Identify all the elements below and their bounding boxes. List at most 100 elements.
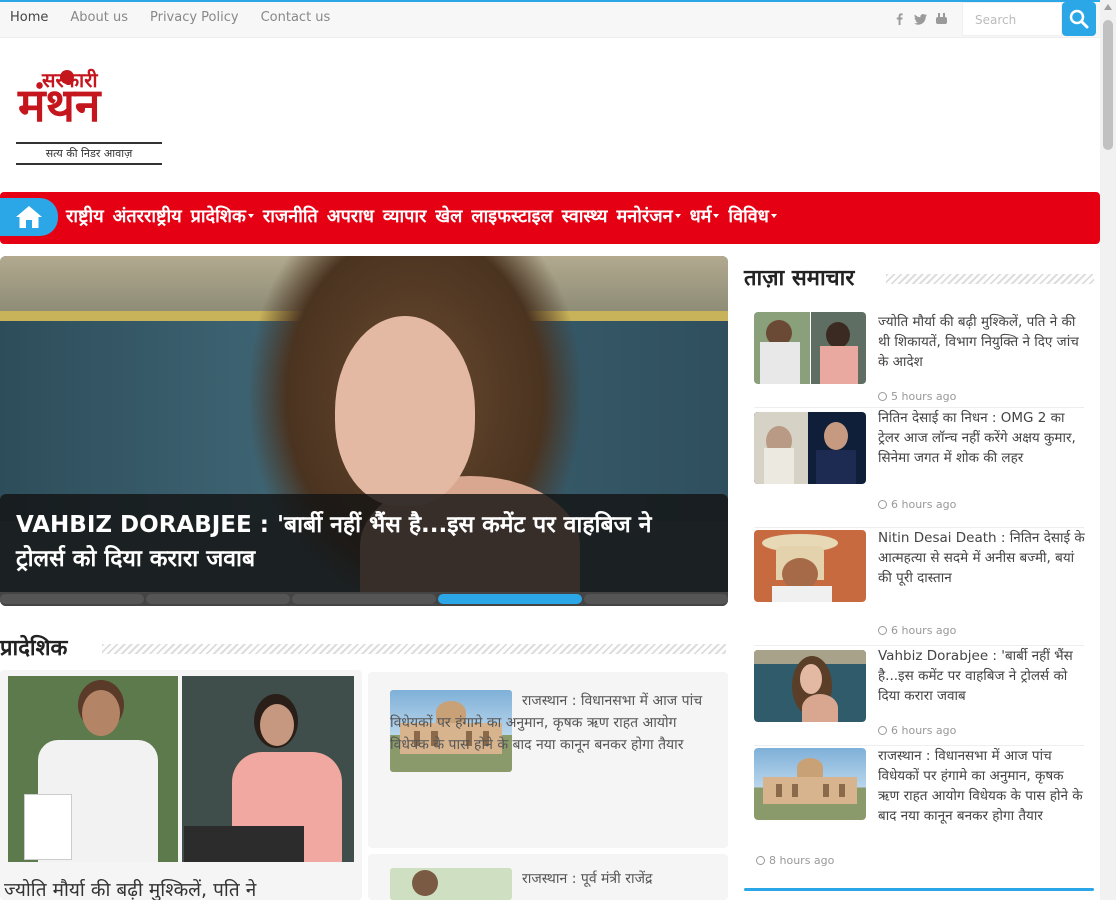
- nav-item[interactable]: अंतरराष्ट्रीय: [113, 204, 191, 228]
- news-title[interactable]: Vahbiz Dorabjee : 'बार्बी नहीं भैंस है..…: [878, 646, 1086, 706]
- top-nav: Home About us Privacy Policy Contact us: [10, 10, 330, 25]
- latest-news-item[interactable]: राजस्थान : विधानसभा में आज पांच विधेयकों…: [754, 746, 1084, 876]
- news-thumbnail[interactable]: [754, 412, 866, 484]
- clock-icon: [878, 392, 887, 401]
- nav-item[interactable]: व्यापार: [383, 204, 436, 228]
- news-thumbnail[interactable]: [754, 312, 866, 384]
- nav-item[interactable]: लाइफस्टाइल: [471, 204, 561, 228]
- heading-hatch: [102, 644, 726, 654]
- page-scrollbar[interactable]: [1100, 0, 1116, 900]
- nav-item-label: मनोरंजन: [616, 206, 673, 227]
- news-thumbnail[interactable]: [754, 530, 866, 602]
- clock-icon: [878, 726, 887, 735]
- latest-news-item[interactable]: Vahbiz Dorabjee : 'बार्बी नहीं भैंस है..…: [754, 646, 1084, 746]
- slide-caption[interactable]: VAHBIZ DORABJEE : 'बार्बी नहीं भैंस है..…: [16, 508, 706, 576]
- nav-item-label: प्रादेशिक: [190, 206, 246, 227]
- twitter-icon[interactable]: [914, 11, 927, 27]
- main-nav-items: राष्ट्रीय अंतरराष्ट्रीय प्रादेशिक राजनीति अप…: [66, 204, 786, 228]
- heading-hatch: [886, 274, 1094, 284]
- nav-item[interactable]: राजनीति: [263, 204, 327, 228]
- social-links: [893, 11, 948, 27]
- search-icon: [1069, 9, 1089, 29]
- news-title[interactable]: Nitin Desai Death : नितिन देसाई के आत्मह…: [878, 528, 1086, 588]
- regional-main-story[interactable]: ज्योति मौर्या की बढ़ी मुश्किलें, पति ने: [0, 670, 362, 900]
- featured-slider[interactable]: VAHBIZ DORABJEE : 'बार्बी नहीं भैंस है..…: [0, 256, 728, 606]
- top-nav-about[interactable]: About us: [70, 10, 128, 25]
- nav-item[interactable]: खेल: [435, 204, 471, 228]
- nav-item[interactable]: मनोरंजन: [616, 204, 689, 228]
- nav-item-label: स्वास्थ्य: [561, 206, 608, 227]
- news-time-text: 8 hours ago: [769, 854, 835, 867]
- caret-down-icon: [770, 214, 777, 218]
- caret-down-icon: [247, 214, 254, 218]
- top-bar: Home About us Privacy Policy Contact us …: [0, 2, 1100, 38]
- latest-news-item[interactable]: नितिन देसाई का निधन : OMG 2 का ट्रेलर आज…: [754, 408, 1084, 528]
- nav-item-label: व्यापार: [382, 206, 427, 227]
- logo-main-text: मंथन: [18, 78, 101, 132]
- panel-bottom-line: [744, 888, 1094, 891]
- building-image: [754, 748, 866, 820]
- latest-news-heading: ताज़ा समाचार: [744, 266, 855, 291]
- youtube-icon[interactable]: [935, 11, 948, 27]
- clock-icon: [756, 856, 765, 865]
- news-time-text: 6 hours ago: [891, 724, 957, 737]
- slide-image-face: [335, 316, 475, 506]
- regional-main-image[interactable]: [8, 676, 354, 862]
- slider-dot[interactable]: [292, 594, 436, 604]
- news-title[interactable]: नितिन देसाई का निधन : OMG 2 का ट्रेलर आज…: [878, 408, 1086, 468]
- latest-news-item[interactable]: Nitin Desai Death : नितिन देसाई के आत्मह…: [754, 528, 1086, 646]
- news-thumbnail[interactable]: [754, 650, 866, 722]
- news-time-text: 6 hours ago: [891, 498, 957, 511]
- logo-tagline: सत्य की निडर आवाज़: [16, 142, 162, 165]
- news-time-text: 5 hours ago: [891, 390, 957, 403]
- nav-item[interactable]: विविध: [728, 204, 785, 228]
- slider-dot[interactable]: [584, 594, 728, 604]
- news-thumbnail[interactable]: [754, 748, 866, 820]
- nav-item[interactable]: अपराध: [327, 204, 383, 228]
- news-time: 5 hours ago: [878, 390, 956, 403]
- regional-heading: प्रादेशिक: [0, 636, 68, 661]
- news-time: 6 hours ago: [878, 724, 956, 737]
- search-button[interactable]: [1062, 2, 1096, 36]
- nav-item-label: धर्म: [689, 206, 712, 227]
- clock-icon: [878, 626, 887, 635]
- home-button[interactable]: [0, 198, 58, 236]
- regional-card-title[interactable]: राजस्थान : पूर्व मंत्री राजेंद्र: [390, 868, 706, 890]
- home-icon: [16, 206, 42, 228]
- facebook-icon[interactable]: [893, 11, 906, 27]
- caret-down-icon: [674, 214, 681, 218]
- slider-dot[interactable]: [0, 594, 144, 604]
- nav-item[interactable]: धर्म: [690, 204, 729, 228]
- scrollbar-thumb[interactable]: [1103, 20, 1113, 150]
- top-nav-privacy[interactable]: Privacy Policy: [150, 10, 239, 25]
- scroll-up-arrow-icon[interactable]: [1104, 4, 1112, 10]
- search-input[interactable]: Search: [962, 2, 1062, 36]
- nav-item-label: अपराध: [326, 206, 374, 227]
- nav-item[interactable]: प्रादेशिक: [191, 204, 263, 228]
- news-time: 8 hours ago: [756, 854, 834, 867]
- nav-item-label: राष्ट्रीय: [66, 206, 104, 227]
- regional-card[interactable]: राजस्थान : विधानसभा में आज पांच विधेयकों…: [368, 672, 728, 848]
- news-title[interactable]: ज्योति मौर्या की बढ़ी मुश्किलें, पति ने …: [878, 312, 1086, 372]
- nav-item[interactable]: राष्ट्रीय: [66, 204, 113, 228]
- latest-news-item[interactable]: ज्योति मौर्या की बढ़ी मुश्किलें, पति ने …: [754, 312, 1084, 408]
- news-title[interactable]: राजस्थान : विधानसभा में आज पांच विधेयकों…: [878, 746, 1086, 826]
- nav-item[interactable]: स्वास्थ्य: [562, 204, 617, 228]
- regional-main-title[interactable]: ज्योति मौर्या की बढ़ी मुश्किलें, पति ने: [4, 876, 358, 900]
- regional-card-title[interactable]: राजस्थान : विधानसभा में आज पांच विधेयकों…: [390, 690, 706, 756]
- site-logo[interactable]: सरकारी मंथन सत्य की निडर आवाज़: [16, 62, 166, 168]
- news-time: 6 hours ago: [878, 498, 956, 511]
- latest-news-panel: ताज़ा समाचार ज्योति मौर्या की बढ़ी मुश्क…: [744, 262, 1094, 892]
- slider-dot[interactable]: [146, 594, 290, 604]
- regional-card[interactable]: राजस्थान : पूर्व मंत्री राजेंद्र: [368, 854, 728, 900]
- clock-icon: [878, 500, 887, 509]
- top-nav-home[interactable]: Home: [10, 10, 48, 25]
- nav-item-label: विविध: [728, 206, 769, 227]
- nav-item-label: खेल: [435, 206, 463, 227]
- caret-down-icon: [713, 214, 720, 218]
- slider-dot[interactable]: [438, 594, 582, 604]
- news-time-text: 6 hours ago: [891, 624, 957, 637]
- news-title-text: राजस्थान : विधानसभा में आज पांच विधेयकों…: [878, 748, 1083, 824]
- top-nav-contact[interactable]: Contact us: [261, 10, 331, 25]
- nav-item-label: राजनीति: [262, 206, 318, 227]
